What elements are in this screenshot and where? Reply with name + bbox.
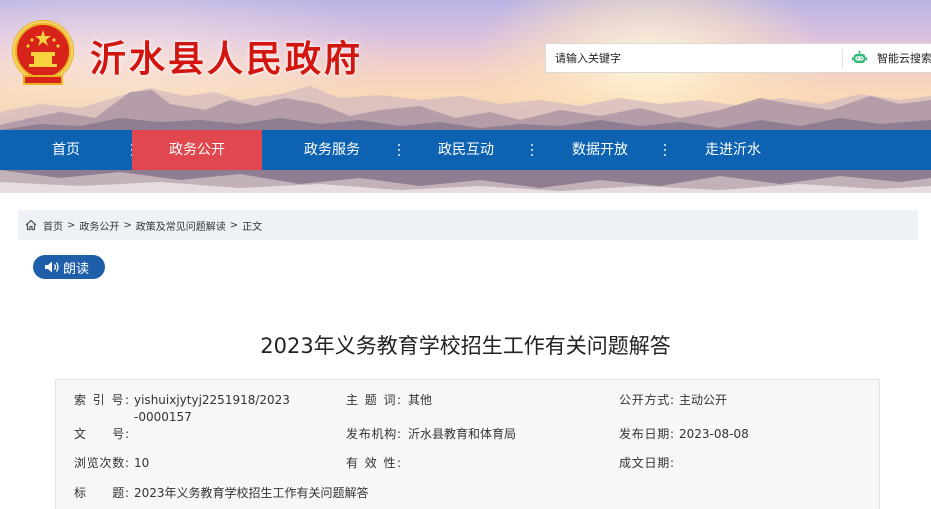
info-title: 标 题: 2023年义务教育学校招生工作有关问题解答 (74, 485, 369, 502)
site-title[interactable]: 沂水县人民政府 (90, 30, 363, 82)
info-title-label: 标 题: (74, 486, 129, 500)
page: 沂水县人民政府 智能云搜索 首页 政务公开 政务服务 政民互动 数 (0, 0, 931, 509)
home-icon (25, 219, 37, 231)
nav-separator (530, 144, 533, 156)
info-validity: 有 效 性: (346, 455, 408, 472)
nav-item-gov-affairs-open[interactable]: 政务公开 (132, 130, 262, 170)
info-subject: 主 题 词: 其他 (346, 392, 432, 409)
nav-item-interaction[interactable]: 政民互动 (398, 130, 534, 170)
info-issuer-label: 发布机构: (346, 427, 401, 441)
info-created-date-label: 成文日期: (619, 456, 674, 470)
read-aloud-label: 朗读 (63, 261, 90, 277)
info-issuer: 发布机构: 沂水县教育和体育局 (346, 426, 516, 443)
breadcrumb-policy-interpretation[interactable]: 政策及常见问题解读 (136, 218, 226, 233)
nav-item-open-data[interactable]: 数据开放 (534, 130, 666, 170)
breadcrumb-separator: > (67, 219, 76, 231)
info-subject-label: 主 题 词: (346, 393, 401, 407)
info-public-mode: 公开方式: 主动公开 (619, 392, 727, 409)
info-doc-no: 文 号: (74, 426, 134, 443)
main-nav: 首页 政务公开 政务服务 政民互动 数据开放 走进沂水 (0, 130, 931, 170)
info-index-label: 索 引 号: (74, 393, 129, 407)
info-index-value: yishuixjytyj2251918/2023-0000157 (134, 393, 290, 424)
article-info-table: 索 引 号: yishuixjytyj2251918/2023-0000157 … (55, 379, 880, 509)
search-box: 智能云搜索 (545, 43, 931, 73)
breadcrumb-current: 正文 (242, 221, 263, 233)
search-divider (842, 49, 843, 67)
info-index: 索 引 号: yishuixjytyj2251918/2023-0000157 (74, 392, 294, 426)
nav-item-about-yishui[interactable]: 走进沂水 (666, 130, 800, 170)
breadcrumb-separator: > (229, 219, 239, 231)
info-public-mode-value: 主动公开 (679, 393, 728, 407)
info-validity-label: 有 效 性: (346, 456, 401, 470)
info-publish-date-label: 发布日期: (619, 427, 674, 441)
info-subject-value: 其他 (408, 393, 433, 407)
read-aloud-button[interactable]: 朗读 (33, 255, 105, 279)
nav-item-home[interactable]: 首页 (0, 130, 132, 170)
info-created-date: 成文日期: (619, 455, 679, 472)
breadcrumb-gov-affairs-open[interactable]: 政务公开 (79, 218, 119, 233)
search-input[interactable] (546, 44, 842, 72)
info-issuer-value: 沂水县教育和体育局 (408, 427, 517, 441)
breadcrumb: 首页 > 政务公开 > 政策及常见问题解读 > 正文 (18, 210, 918, 240)
robot-icon (852, 50, 867, 63)
speaker-icon (45, 261, 59, 273)
info-views-label: 浏览次数: (74, 456, 129, 470)
info-title-value: 2023年义务教育学校招生工作有关问题解答 (134, 486, 369, 500)
smart-search-button[interactable]: 智能云搜索 (844, 44, 931, 72)
info-views-value: 10 (134, 456, 150, 470)
national-emblem-icon (12, 20, 74, 85)
search-button-label: 智能云搜索 (877, 52, 931, 65)
breadcrumb-separator: > (123, 219, 132, 231)
breadcrumb-home[interactable]: 首页 (43, 218, 63, 233)
info-views: 浏览次数: 10 (74, 455, 149, 472)
nav-item-gov-services[interactable]: 政务服务 (262, 130, 402, 170)
info-public-mode-label: 公开方式: (619, 393, 674, 407)
info-publish-date-value: 2023-08-08 (679, 427, 749, 441)
article-title: 2023年义务教育学校招生工作有关问题解答 (260, 334, 671, 358)
info-publish-date: 发布日期: 2023-08-08 (619, 426, 749, 443)
info-doc-no-label: 文 号: (74, 427, 129, 441)
